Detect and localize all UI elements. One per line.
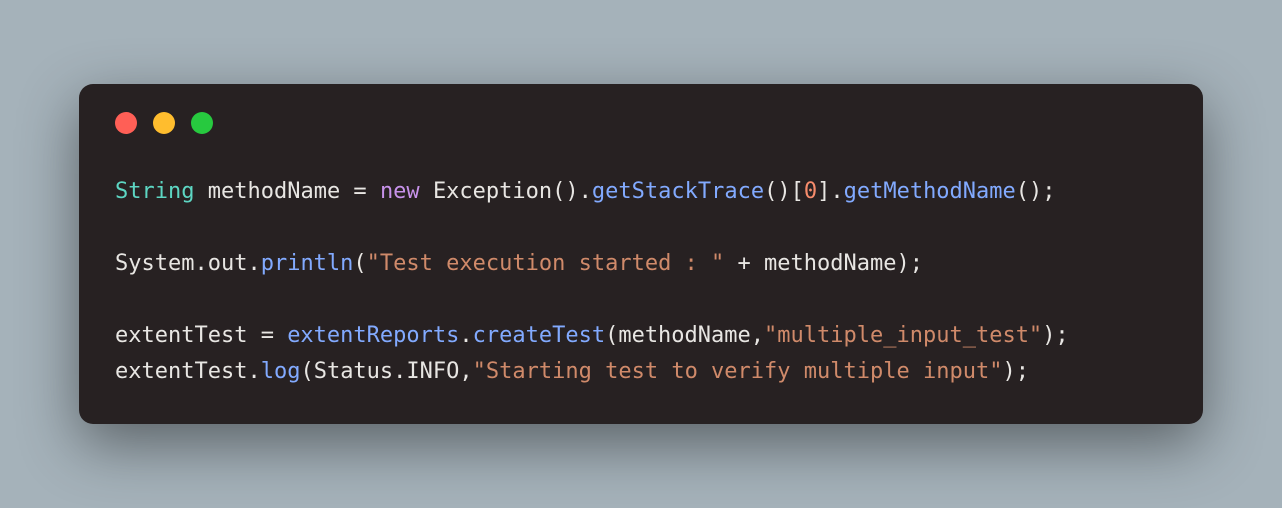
token-type: String	[115, 179, 194, 204]
token-method: println	[261, 251, 354, 276]
code-line-5: extentTest = extentReports.createTest(me…	[115, 323, 1069, 348]
token-number: 0	[804, 179, 817, 204]
code-line-6: extentTest.log(Status.INFO,"Starting tes…	[115, 359, 1029, 384]
token-method: createTest	[473, 323, 605, 348]
token-method: getStackTrace	[592, 179, 764, 204]
maximize-icon[interactable]	[191, 112, 213, 134]
code-line-1: String methodName = new Exception().getS…	[115, 179, 1056, 204]
code-line-3: System.out.println("Test execution start…	[115, 251, 923, 276]
token-object: extentReports	[287, 323, 459, 348]
close-icon[interactable]	[115, 112, 137, 134]
token-string: "multiple_input_test"	[764, 323, 1042, 348]
token-class: Exception	[433, 179, 552, 204]
minimize-icon[interactable]	[153, 112, 175, 134]
code-block: String methodName = new Exception().getS…	[115, 174, 1167, 390]
token-string: "Starting test to verify multiple input"	[473, 359, 1003, 384]
code-window: String methodName = new Exception().getS…	[79, 84, 1203, 424]
token-string: "Test execution started : "	[367, 251, 725, 276]
token-method: getMethodName	[844, 179, 1016, 204]
token-assign: =	[340, 179, 380, 204]
token-method: log	[261, 359, 301, 384]
token-var: methodName	[208, 179, 340, 204]
token-object: System.out.	[115, 251, 261, 276]
token-keyword: new	[380, 179, 420, 204]
window-controls	[115, 112, 1167, 134]
